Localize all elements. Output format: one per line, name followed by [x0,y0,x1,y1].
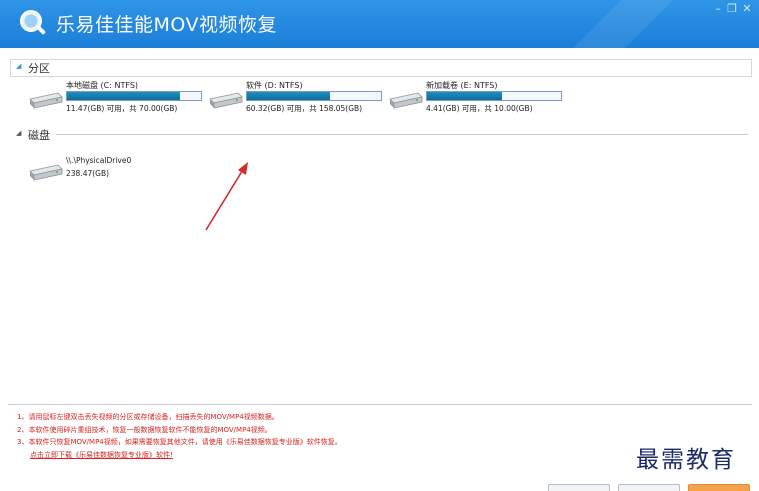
hard-drive-icon [389,92,423,109]
partitions-label: 分区 [28,62,50,75]
partition-name: 新加载卷 (E: NTFS) [426,81,498,90]
disks-section-header[interactable]: ◢ 磁盘 [8,127,748,142]
collapse-triangle-icon: ◢ [16,129,22,137]
capacity-bar [66,91,202,101]
restore-button[interactable]: ❐ [725,2,739,16]
instruction-line: 1、请用鼠标左键双击丢失视频的分区或存储设备，扫描丢失的MOV/MP4视频数据。 [17,413,279,421]
section-divider [56,134,748,135]
partition-name: 本地磁盘 (C: NTFS) [66,81,139,90]
app-title: 乐易佳佳能MOV视频恢复 [56,14,278,36]
capacity-bar [246,91,382,101]
watermark-text: 最需教育 [636,447,736,473]
minimize-button[interactable]: – [711,2,725,16]
instruction-line: 2、本软件使用碎片重组技术，恢复一般数据恢复软件不能恢复的MOV/MP4视频。 [17,425,272,434]
title-bar: 乐易佳佳能MOV视频恢复 – ❐ ✕ [0,0,759,48]
partition-item[interactable]: 新加载卷 (E: NTFS) 4.41(GB) 可用，共 10.00(GB) [388,80,588,120]
disks-label: 磁盘 [28,129,50,142]
hard-drive-icon [29,164,63,181]
partition-name: 软件 (D: NTFS) [246,81,303,90]
partition-space: 4.41(GB) 可用，共 10.00(GB) [426,104,533,113]
close-button[interactable]: ✕ [740,2,754,16]
title-bar-decoration [559,0,719,48]
capacity-bar [426,91,562,101]
disk-name: \\.\PhysicalDrive0 [66,156,132,165]
notes-divider [8,404,752,405]
instructions-panel: 1、请用鼠标左键双击丢失视频的分区或存储设备，扫描丢失的MOV/MP4视频数据。… [17,411,342,461]
partition-item[interactable]: 本地磁盘 (C: NTFS) 11.47(GB) 可用，共 70.00(GB) [28,80,228,120]
disk-size: 238.47(GB) [66,169,110,178]
hard-drive-icon [29,92,63,109]
instruction-line: 3、本软件只恢复MOV/MP4视频，如果需要恢复其他文件，请使用《乐易佳数据恢复… [17,438,342,446]
download-link[interactable]: 点击立即下载《乐易佳数据恢复专业版》软件! [30,449,342,462]
hard-drive-icon [209,92,243,109]
annotation-arrow [205,162,248,231]
physical-disk-item[interactable]: \\.\PhysicalDrive0 238.47(GB) [28,156,228,190]
partition-space: 11.47(GB) 可用，共 70.00(GB) [66,104,178,113]
partition-space: 60.32(GB) 可用，共 158.05(GB) [246,104,363,113]
magnifier-app-icon [20,10,46,35]
partition-item[interactable]: 软件 (D: NTFS) 60.32(GB) 可用，共 158.05(GB) [208,80,408,120]
device-list-panel: ◢ 分区 本地磁盘 (C: NTFS) 11.47(GB) 可用，共 70.00… [8,52,759,404]
partitions-section-header[interactable]: ◢ 分区 [8,60,748,75]
collapse-triangle-icon: ◢ [16,62,22,70]
